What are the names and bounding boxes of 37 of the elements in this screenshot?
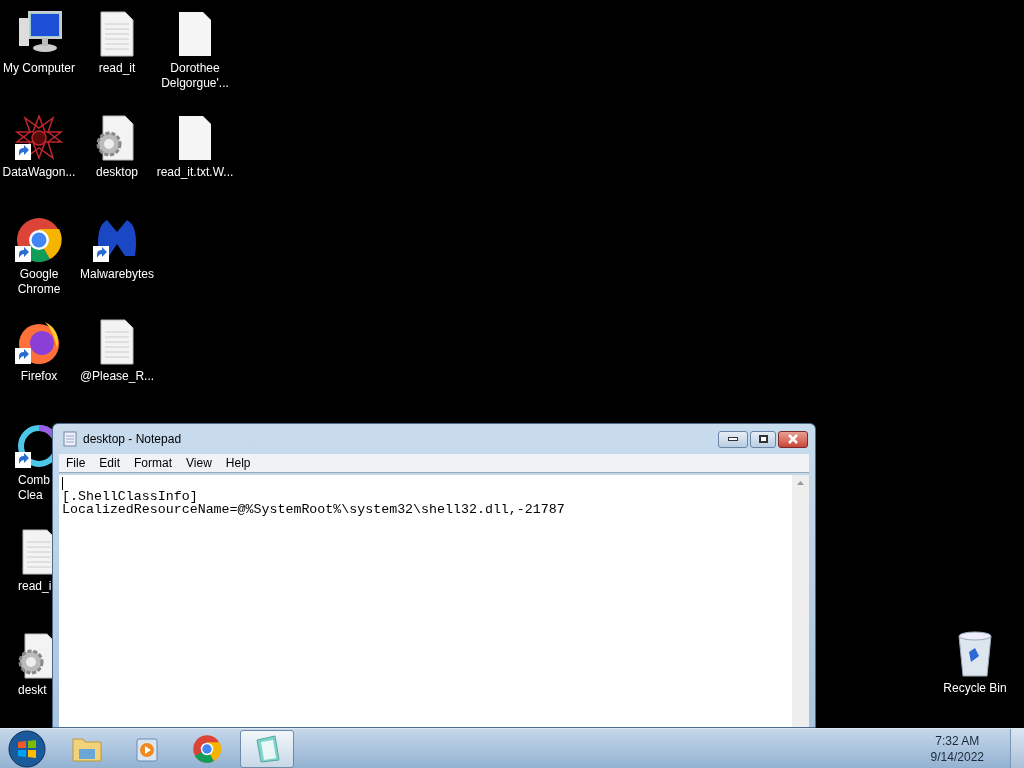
text-line: [.ShellClassInfo] [62, 490, 198, 503]
clock-date: 9/14/2022 [930, 748, 984, 765]
menu-item[interactable]: View [179, 454, 219, 472]
notepad-icon [63, 431, 77, 447]
icon-label[interactable]: read_i [18, 579, 51, 594]
minimize-button[interactable] [718, 430, 748, 448]
menu-item[interactable]: File [59, 454, 93, 472]
show-desktop-button[interactable] [1010, 728, 1024, 768]
chrome-icon [192, 733, 222, 764]
icon-label[interactable]: @Please_R... [79, 369, 155, 384]
menu-item[interactable]: Edit [92, 454, 128, 472]
start-button[interactable] [8, 729, 46, 768]
maximize-button[interactable] [750, 430, 776, 448]
menu-item[interactable]: Format [127, 454, 180, 472]
icon-label[interactable]: desktop [96, 165, 138, 180]
icon-label[interactable]: Dorothee Delgorgue'... [156, 61, 234, 91]
close-button[interactable] [778, 430, 808, 448]
icon-label[interactable]: Comb Clea [18, 473, 51, 503]
icon-label[interactable]: read_it [98, 61, 136, 76]
clock[interactable]: 7:32 AM 9/14/2022 [930, 732, 984, 765]
icon-label[interactable]: Google Chrome [0, 267, 78, 297]
icon-label[interactable]: DataWagon... [2, 165, 76, 180]
close-icon [787, 434, 799, 444]
text-line: LocalizedResourceName=@%SystemRoot%\system32\shell32.dll,-21787 [62, 503, 566, 516]
menu-item[interactable]: Help [218, 454, 258, 472]
icon-label[interactable]: Malwarebytes [80, 267, 154, 282]
clock-time: 7:32 AM [935, 732, 980, 749]
icon-label[interactable]: Recycle Bin [943, 681, 1007, 696]
icon-label[interactable]: read_it.txt.W... [156, 165, 234, 180]
scrollbar[interactable] [792, 475, 809, 727]
icon-label[interactable]: My Computer [3, 61, 75, 76]
scroll-up-icon [797, 481, 804, 485]
taskbar-button[interactable] [240, 729, 294, 768]
icon-label[interactable]: deskt [18, 683, 47, 698]
icon-label[interactable]: Firefox [20, 369, 58, 384]
window-title: desktop - Notepad [83, 431, 182, 448]
notepad-icon [253, 733, 281, 764]
